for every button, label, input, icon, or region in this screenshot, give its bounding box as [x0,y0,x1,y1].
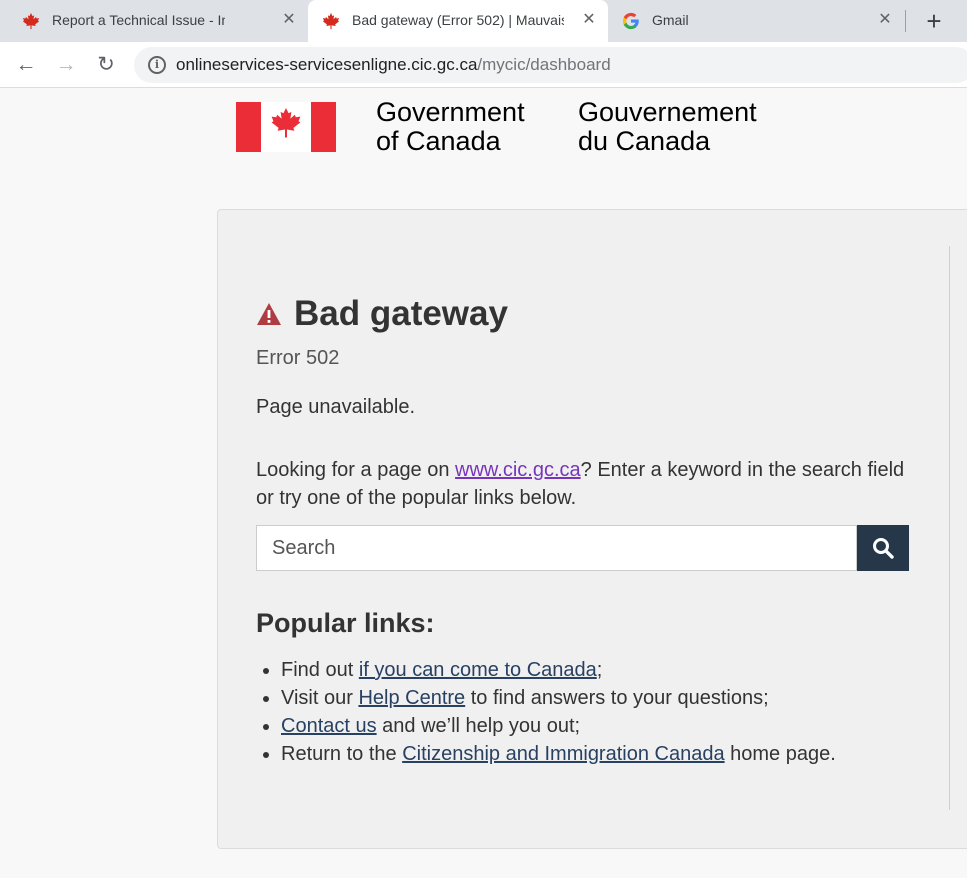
google-g-icon [622,12,639,30]
item-text-pre: Find out [281,659,359,681]
help-centre-link[interactable]: Help Centre [358,687,465,709]
page-title-row: Bad gateway [256,294,508,334]
info-icon[interactable]: i [148,56,166,74]
gov-en-line1: Government [376,97,525,127]
tab-report-issue[interactable]: Report a Technical Issue - Immigration ✕ [8,0,308,42]
gov-fr-line2: du Canada [578,126,711,156]
item-text-post: to find answers to your questions; [465,687,769,709]
tab-separator [905,10,906,32]
tab-bad-gateway[interactable]: Bad gateway (Error 502) | Mauvaise passe… [308,0,608,42]
card-divider [949,246,950,810]
maple-leaf-icon [22,12,40,30]
close-icon[interactable]: ✕ [280,10,298,30]
government-of-canada-wordmark: Government of Canada [376,98,525,156]
forward-arrow-icon[interactable]: → [54,53,78,77]
search-instructions: Looking for a page on www.cic.gc.ca? Ent… [256,456,916,512]
item-text-post: and we’ll help you out; [376,715,581,737]
url-path: /mycic/dashboard [477,55,611,74]
item-text-post: home page. [724,743,836,765]
contact-us-link[interactable]: Contact us [281,715,377,737]
list-item: Contact us and we’ll help you out; [281,712,836,740]
maple-leaf-icon [322,12,340,30]
url-host: onlineservices-servicesenligne.cic.gc.ca [176,55,478,74]
search-button[interactable] [857,525,909,571]
warning-icon [257,303,281,325]
list-item: Return to the Citizenship and Immigratio… [281,740,836,768]
close-icon[interactable]: ✕ [580,10,598,30]
tab-strip: Report a Technical Issue - Immigration ✕… [0,0,967,42]
looking-text-pre: Looking for a page on [256,459,456,481]
gouvernement-du-canada-wordmark: Gouvernement du Canada [578,98,757,156]
back-arrow-icon[interactable]: ← [14,53,38,77]
item-text-pre: Visit our [281,687,359,709]
plus-icon[interactable]: + [922,8,946,34]
close-icon[interactable]: ✕ [876,10,894,30]
error-code: Error 502 [256,347,340,369]
list-item: Find out if you can come to Canada; [281,656,836,684]
tab-title: Bad gateway (Error 502) | Mauvaise passe… [352,12,564,28]
error-message: Page unavailable. [256,396,416,418]
address-bar[interactable]: i onlineservices-servicesenligne.cic.gc.… [134,47,967,83]
page-content: Government of Canada Gouvernement du Can… [0,89,967,878]
gov-en-line2: of Canada [376,126,501,156]
search-icon [873,538,894,559]
cic-link[interactable]: www.cic.gc.ca [455,459,581,481]
page-title: Bad gateway [294,294,508,333]
canada-flag-icon [236,102,336,152]
come-to-canada-link[interactable]: if you can come to Canada [359,659,597,681]
browser-toolbar: ← → ↻ i onlineservices-servicesenligne.c… [0,42,967,88]
tab-title: Report a Technical Issue - Immigration [52,12,225,28]
popular-links-list: Find out if you can come to Canada; Visi… [281,656,836,768]
item-text-post: ; [596,659,603,681]
error-card: Bad gateway Error 502 Page unavailable. … [217,209,967,849]
gov-fr-line1: Gouvernement [578,97,757,127]
tab-gmail[interactable]: Gmail ✕ [608,0,903,42]
item-text-pre: Return to the [281,743,403,765]
tab-title: Gmail [652,12,689,28]
popular-links-heading: Popular links: [256,608,435,638]
search-input[interactable] [256,525,857,571]
reload-icon[interactable]: ↻ [94,53,118,77]
url-text[interactable]: onlineservices-servicesenligne.cic.gc.ca… [176,55,611,75]
list-item: Visit our Help Centre to find answers to… [281,684,836,712]
cic-home-link[interactable]: Citizenship and Immigration Canada [402,743,724,765]
